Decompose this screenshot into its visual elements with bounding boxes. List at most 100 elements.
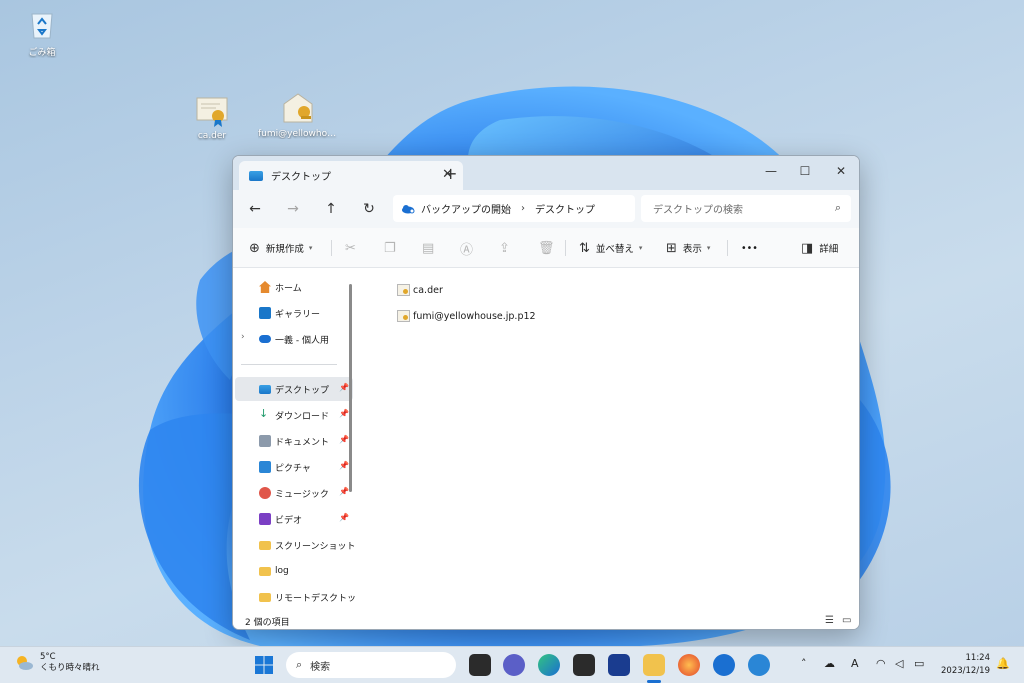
clipboard-icon: ▤: [422, 240, 435, 256]
details-view-icon[interactable]: ☰: [825, 615, 834, 626]
chevron-down-icon: ▾: [308, 244, 313, 252]
wifi-icon[interactable]: ◠: [876, 657, 886, 670]
share-button[interactable]: ⇪: [499, 238, 516, 258]
chevron-down-icon: ▾: [706, 244, 711, 252]
sidebar-item-pictures[interactable]: ピクチャ 📌: [235, 455, 353, 479]
sidebar-item-log[interactable]: log: [235, 559, 353, 583]
sidebar-item-downloads[interactable]: ↓ ダウンロード 📌: [235, 403, 353, 427]
taskbar-search[interactable]: ⌕ 検索: [286, 652, 456, 678]
file-item-ca-der[interactable]: ca.der: [397, 281, 443, 299]
desktop-folder-icon: [259, 385, 271, 394]
sidebar-item-gallery[interactable]: ギャラリー: [235, 301, 353, 325]
search-icon: ⌕: [296, 658, 303, 671]
folder-icon: [259, 593, 271, 602]
thunderbird-icon[interactable]: [713, 654, 735, 676]
sidebar-item-onedrive[interactable]: › 一義 - 個人用: [235, 327, 353, 351]
refresh-button[interactable]: ↻: [358, 199, 380, 219]
remote-desktop-icon[interactable]: [608, 654, 630, 676]
chevron-up-icon[interactable]: ˄: [801, 657, 807, 670]
onedrive-tray-icon[interactable]: ☁: [824, 657, 835, 670]
sidebar-item-music[interactable]: ミュージック 📌: [235, 481, 353, 505]
search-box[interactable]: デスクトップの検索 ⌕: [641, 195, 851, 222]
sidebar-scrollbar-thumb[interactable]: [349, 284, 352, 492]
maximize-button[interactable]: ☐: [791, 160, 819, 182]
task-view-button[interactable]: [469, 654, 491, 676]
alarm-clock-icon[interactable]: [748, 654, 770, 676]
firefox-icon[interactable]: [678, 654, 700, 676]
sidebar-item-desktop[interactable]: デスクトップ 📌: [235, 377, 353, 401]
up-button[interactable]: ↑: [320, 199, 342, 219]
clock[interactable]: 11:24 2023/12/19: [934, 652, 990, 678]
copy-button[interactable]: ❐: [384, 238, 402, 258]
partly-cloudy-icon: [17, 656, 33, 670]
file-explorer-window: デスクトップ ✕ + — ☐ ✕ ← → ↑ ↻ バックアップの開始 › デスク…: [232, 155, 860, 630]
certificate-icon: [397, 284, 410, 296]
plus-circle-icon: ⊕: [249, 240, 260, 256]
forward-button[interactable]: →: [282, 199, 304, 219]
toolbar-divider: [565, 240, 566, 256]
address-bar[interactable]: バックアップの開始 › デスクトップ: [393, 195, 635, 222]
sidebar-item-label: ダウンロード: [275, 411, 330, 422]
paste-button[interactable]: ▤: [422, 238, 440, 258]
chevron-right-icon[interactable]: ›: [241, 332, 245, 342]
new-tab-button[interactable]: +: [444, 164, 457, 183]
chat-app-icon[interactable]: [503, 654, 525, 676]
document-icon: [259, 435, 271, 447]
rename-button[interactable]: Ⓐ: [460, 238, 479, 258]
new-button[interactable]: ⊕ 新規作成 ▾: [249, 238, 312, 258]
folder-icon: [259, 541, 271, 550]
file-list: ca.der fumi@yellowhouse.jp.p12: [357, 269, 859, 612]
notification-bell-icon[interactable]: 🔔: [996, 657, 1010, 670]
desktop-folder-icon: [249, 170, 263, 181]
delete-button[interactable]: 🗑: [538, 238, 561, 258]
sort-label: 並べ替え: [595, 244, 634, 255]
sidebar-item-screenshots[interactable]: スクリーンショット: [235, 533, 355, 557]
desktop-icon-p12[interactable]: fumi@yellowhous...: [258, 90, 338, 139]
weather-widget[interactable]: 5°C くもり時々晴れ: [14, 652, 100, 674]
battery-icon[interactable]: ▭: [914, 657, 924, 670]
clock-date: 2023/12/19: [941, 666, 990, 676]
sidebar-divider: [241, 364, 337, 365]
tab-title: デスクトップ: [271, 172, 331, 183]
desktop-icon-recycle-bin[interactable]: ごみ箱: [2, 6, 82, 58]
search-placeholder: デスクトップの検索: [653, 205, 743, 216]
tab-desktop[interactable]: デスクトップ ✕: [239, 161, 463, 190]
sidebar-item-label: ホーム: [275, 283, 302, 294]
share-icon: ⇪: [499, 240, 510, 256]
cut-button[interactable]: ✂: [345, 238, 362, 258]
personal-certificate-icon: [283, 93, 313, 123]
breadcrumb-current[interactable]: デスクトップ: [535, 201, 595, 216]
edge-browser-icon[interactable]: [538, 654, 560, 676]
back-button[interactable]: ←: [244, 199, 266, 219]
breadcrumb-separator-icon[interactable]: ›: [521, 203, 525, 214]
more-button[interactable]: •••: [741, 238, 758, 258]
sidebar-item-documents[interactable]: ドキュメント 📌: [235, 429, 353, 453]
volume-icon[interactable]: ◁: [895, 657, 903, 670]
chevron-down-icon: ▾: [638, 244, 643, 252]
navigation-pane: ホーム ギャラリー › 一義 - 個人用 デスクトップ 📌 ↓ ダウンロード 📌…: [233, 269, 355, 612]
view-grid-icon: ⊞: [666, 240, 677, 256]
file-item-p12[interactable]: fumi@yellowhouse.jp.p12: [397, 307, 536, 325]
weather-description: くもり時々晴れ: [40, 663, 100, 673]
file-name: ca.der: [413, 284, 443, 296]
sidebar-item-videos[interactable]: ビデオ 📌: [235, 507, 353, 531]
view-button[interactable]: ⊞ 表示 ▾: [666, 238, 710, 258]
breadcrumb-root[interactable]: バックアップの開始: [421, 201, 511, 216]
minimize-button[interactable]: —: [757, 160, 785, 182]
sidebar-item-remote-desktop[interactable]: リモートデスクトップ: [235, 585, 355, 609]
details-button[interactable]: ◨ 詳細: [801, 238, 838, 258]
music-icon: [259, 487, 271, 499]
ime-indicator[interactable]: A: [851, 657, 859, 670]
view-label: 表示: [682, 244, 702, 255]
sidebar-item-home[interactable]: ホーム: [235, 275, 353, 299]
file-explorer-icon[interactable]: [643, 654, 665, 676]
start-button[interactable]: [253, 654, 275, 676]
close-button[interactable]: ✕: [827, 160, 855, 182]
desktop-icon-ca-der[interactable]: ca.der: [172, 92, 252, 141]
sort-button[interactable]: ⇅ 並べ替え ▾: [579, 238, 642, 258]
sidebar-item-label: デスクトップ: [275, 385, 330, 396]
sidebar-item-label: ギャラリー: [275, 309, 321, 320]
store-app-icon[interactable]: [573, 654, 595, 676]
tiles-view-icon[interactable]: ▭: [842, 615, 851, 626]
sidebar-item-label: ビデオ: [275, 515, 303, 526]
